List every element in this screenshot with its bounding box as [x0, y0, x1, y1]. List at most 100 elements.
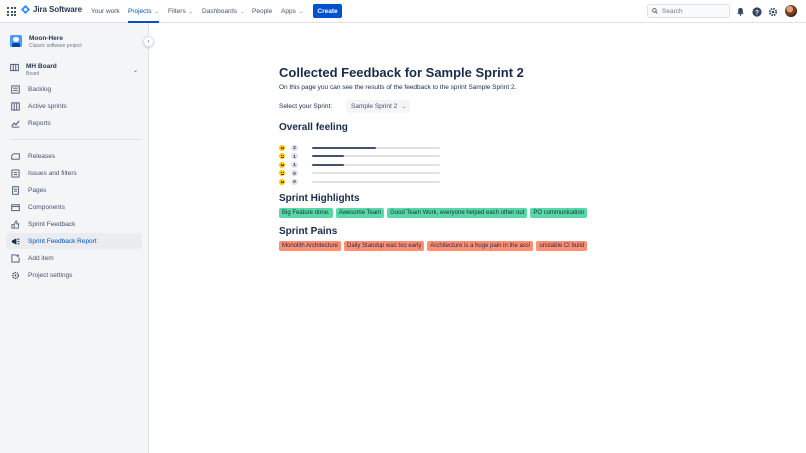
sprint-highlights-heading: Sprint Highlights [279, 193, 360, 204]
sidebar-item-label: Project settings [28, 271, 73, 279]
emoji-face-icon [279, 170, 285, 176]
sidebar-item-project-settings[interactable]: Project settings [6, 267, 142, 283]
nav-your-work-label: Your work [91, 8, 120, 15]
rating-count: 1 [291, 161, 298, 168]
search-input[interactable] [662, 7, 722, 15]
sidebar-item-pages[interactable]: Pages [6, 182, 142, 198]
sprint-select-label: Select your Sprint: [279, 103, 333, 110]
search-icon [652, 8, 658, 14]
pain-tag: unstable CI build [536, 241, 588, 251]
emoji-face-icon [279, 144, 285, 151]
pain-tag: Architecture is a huge pain in the ass! [427, 241, 534, 251]
highlight-tag: PO communication [530, 208, 588, 218]
sidebar-item-label: Reports [28, 119, 51, 127]
highlight-tag: Big Feature done. [279, 208, 333, 218]
pages-icon [11, 185, 20, 195]
rating-bar [312, 155, 440, 157]
help-icon[interactable]: ? [751, 6, 762, 17]
sidebar-item-label: Pages [28, 186, 47, 194]
product-name: Jira Software [33, 5, 82, 14]
nav-projects-label: Projects [128, 8, 152, 15]
search-box[interactable] [647, 4, 730, 18]
sprint-feedback-report-icon [11, 237, 20, 246]
jira-logo[interactable]: Jira Software [21, 5, 82, 14]
notifications-icon[interactable] [735, 6, 746, 17]
chevron-down-icon: ⌄ [402, 103, 407, 110]
nav-apps[interactable]: Apps ⌄ [281, 0, 303, 23]
sprint-select-value: Sample Sprint 2 [351, 103, 398, 110]
sprint-feedback-icon [11, 220, 20, 229]
rating-bar [312, 146, 440, 149]
nav-people[interactable]: People [252, 0, 272, 23]
sidebar-item-add-item[interactable]: Add item [6, 250, 142, 266]
highlight-tag: Awesome Team [335, 208, 385, 218]
apps-grid-icon[interactable] [7, 7, 16, 16]
rating-count: 0 [291, 170, 298, 176]
rating-bar [312, 180, 440, 183]
rating-bar [312, 172, 440, 174]
sidebar-item-label: Sprint Feedback Report [28, 237, 97, 245]
project-name: Moon-Here [29, 35, 63, 42]
sidebar-item-backlog[interactable]: Backlog [6, 81, 142, 97]
sidebar-item-label: Active sprints [28, 102, 67, 110]
rating-row: 0 [279, 178, 449, 185]
sidebar-item-components[interactable]: Components [6, 199, 142, 215]
sidebar-item-active-sprints[interactable]: Active sprints [6, 98, 142, 114]
board-name: MH Board [26, 63, 57, 70]
rating-bar [312, 163, 440, 166]
reports-icon [11, 119, 20, 128]
emoji-face-icon [279, 161, 285, 168]
sidebar-item-label: Sprint Feedback [28, 220, 76, 228]
create-button[interactable]: Create [313, 4, 342, 18]
sidebar-item-issues-and-filters[interactable]: Issues and filters [6, 165, 142, 181]
emoji-face-icon [279, 153, 285, 159]
sidebar-item-label: Add item [28, 254, 54, 262]
sprint-select[interactable]: Sample Sprint 2 ⌄ [346, 100, 410, 113]
board-switcher[interactable]: MH Board Board ⌄ [10, 63, 140, 77]
chevron-down-icon: ⌄ [298, 8, 304, 15]
rating-row: 1 [279, 161, 449, 168]
emoji-face-icon [279, 178, 285, 185]
sidebar-item-releases[interactable]: Releases [6, 148, 142, 164]
page-description: On this page you can see the results of … [279, 84, 517, 91]
backlog-icon [11, 84, 20, 94]
project-avatar [10, 35, 22, 47]
project-header[interactable]: Moon-Here Classic software project [10, 35, 82, 49]
nav-dashboards-label: Dashboards [202, 8, 238, 15]
board-icon [10, 63, 19, 72]
pain-tag: Monolith Architecture [279, 241, 342, 251]
highlight-tag: Good Team Work, everyone helped each oth… [387, 208, 528, 218]
rating-count: 2 [291, 144, 298, 151]
collapse-sidebar-button[interactable]: ‹ [143, 36, 154, 47]
nav-apps-label: Apps [281, 8, 296, 15]
rating-row: 2 [279, 144, 449, 151]
chevron-down-icon: ⌄ [240, 8, 245, 15]
issues-icon [11, 168, 20, 178]
pain-tag: Daily Standup was too early [344, 241, 425, 251]
settings-icon[interactable] [767, 6, 778, 17]
chevron-down-icon: ⌄ [188, 8, 193, 15]
sidebar-item-sprint-feedback[interactable]: Sprint Feedback [6, 216, 142, 232]
nav-projects[interactable]: Projects ⌄ [128, 0, 159, 23]
nav-your-work[interactable]: Your work [91, 0, 120, 23]
sidebar-item-label: Backlog [28, 85, 52, 93]
chevron-down-icon: ⌄ [132, 68, 138, 74]
nav-dashboards[interactable]: Dashboards ⌄ [202, 0, 244, 23]
rating-row: 1 [279, 153, 449, 160]
active-sprints-icon [11, 101, 20, 111]
rating-count: 1 [291, 153, 298, 159]
add-item-icon [11, 253, 20, 263]
user-avatar[interactable] [785, 5, 797, 17]
project-settings-icon [11, 271, 20, 280]
sidebar: Moon-Here Classic software project MH Bo… [0, 23, 149, 453]
page-title: Collected Feedback for Sample Sprint 2 [279, 65, 524, 80]
rating-bar-fill [312, 155, 344, 157]
chevron-down-icon: ⌄ [154, 8, 159, 15]
sidebar-item-label: Components [28, 203, 65, 211]
sidebar-item-reports[interactable]: Reports [6, 115, 142, 131]
jira-icon [21, 5, 30, 14]
rating-count: 0 [291, 178, 298, 185]
sidebar-item-sprint-feedback-report[interactable]: Sprint Feedback Report [6, 233, 142, 249]
components-icon [11, 203, 20, 212]
nav-filters[interactable]: Filters ⌄ [168, 0, 193, 23]
